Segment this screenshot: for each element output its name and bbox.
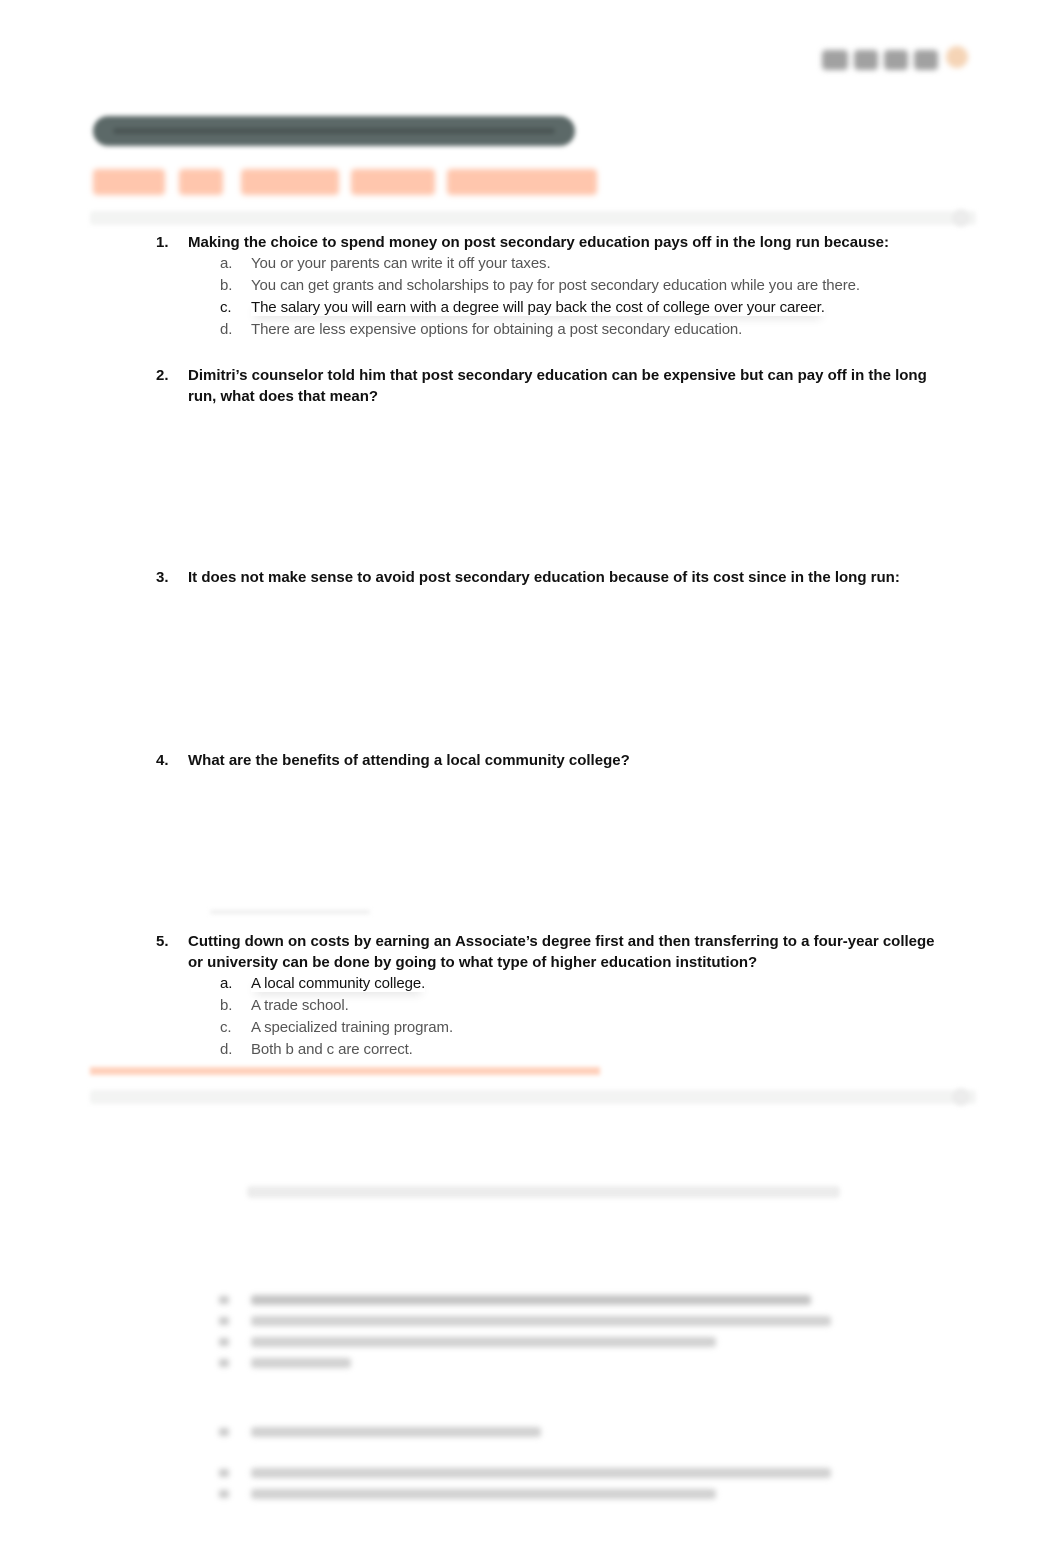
blurred-options-2 bbox=[213, 1422, 853, 1505]
option-a[interactable]: a. You or your parents can write it off y… bbox=[156, 253, 946, 275]
blurred-bar bbox=[247, 1186, 840, 1198]
question-text: Making the choice to spend money on post… bbox=[188, 234, 889, 251]
blurred-options-1 bbox=[213, 1290, 853, 1374]
question-text: Dimitri’s counselor told him that post s… bbox=[188, 367, 927, 405]
question-number: 1. bbox=[156, 234, 169, 251]
option-c[interactable]: c. A specialized training program. bbox=[156, 1017, 946, 1039]
blurred-lesson-title bbox=[90, 1067, 600, 1075]
question-text: It does not make sense to avoid post sec… bbox=[188, 569, 900, 586]
option-b[interactable]: b. You can get grants and scholarships to… bbox=[156, 275, 946, 297]
question-number: 5. bbox=[156, 933, 169, 950]
question-4: 4. What are the benefits of attending a … bbox=[156, 750, 946, 771]
blurred-divider bbox=[90, 1088, 976, 1106]
question-number: 2. bbox=[156, 367, 169, 384]
answer-options: a. A local community college. b. A trade s… bbox=[156, 973, 946, 1061]
category-pill bbox=[93, 116, 575, 146]
answer-options: a. You or your parents can write it off y… bbox=[156, 253, 946, 341]
logo-accent-icon bbox=[946, 46, 968, 68]
question-2: 2. Dimitri’s counselor told him that pos… bbox=[156, 365, 946, 407]
option-d[interactable]: d. There are less expensive options for o… bbox=[156, 319, 946, 341]
question-number: 3. bbox=[156, 569, 169, 586]
option-b[interactable]: b. A trade school. bbox=[156, 995, 946, 1017]
question-text: Cutting down on costs by earning an Asso… bbox=[188, 933, 935, 971]
question-3: 3. It does not make sense to avoid post … bbox=[156, 567, 946, 588]
lesson-title bbox=[93, 165, 598, 199]
question-1: 1. Making the choice to spend money on p… bbox=[156, 232, 946, 341]
question-5: 5. Cutting down on costs by earning an A… bbox=[156, 931, 946, 1061]
brand-logo bbox=[818, 40, 976, 80]
option-a-correct[interactable]: a. A local community college. bbox=[156, 973, 946, 995]
option-c-correct[interactable]: c. The salary you will earn with a degree… bbox=[156, 297, 946, 319]
header-divider bbox=[90, 209, 976, 227]
question-number: 4. bbox=[156, 752, 169, 769]
divider bbox=[210, 910, 370, 914]
question-text: What are the benefits of attending a loc… bbox=[188, 752, 630, 769]
option-d[interactable]: d. Both b and c are correct. bbox=[156, 1039, 946, 1061]
